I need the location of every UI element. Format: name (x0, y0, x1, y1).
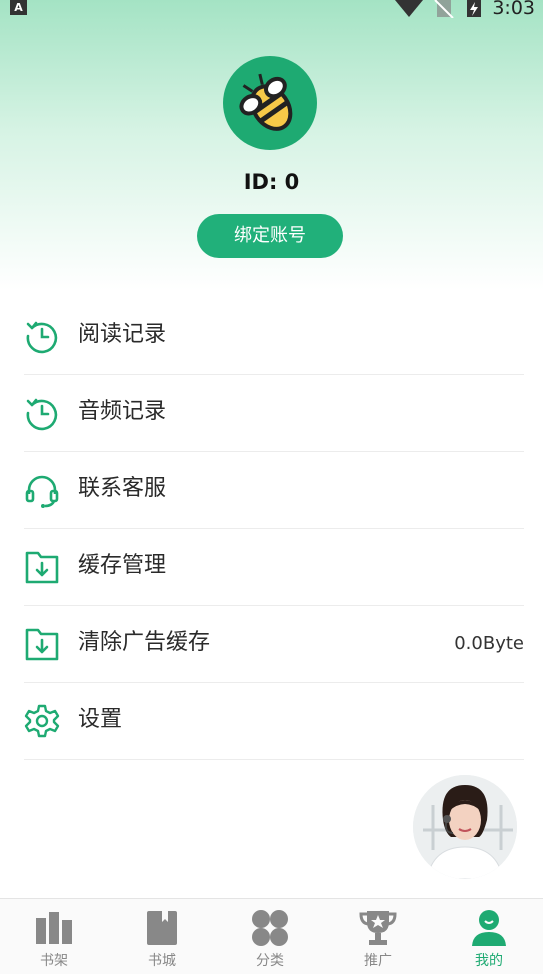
tab-promotion[interactable]: 推广 (324, 899, 432, 974)
menu-item-clear-ad-cache[interactable]: 清除广告缓存 0.0Byte (24, 606, 524, 683)
support-agent-avatar-icon (413, 775, 517, 879)
menu-item-contact-support[interactable]: 联系客服 (24, 452, 524, 529)
tab-label: 书架 (40, 953, 68, 969)
tab-mine[interactable]: 我的 (435, 899, 543, 974)
menu-item-label: 音频记录 (78, 399, 167, 424)
menu-item-label: 联系客服 (78, 476, 167, 501)
headset-icon (25, 475, 59, 508)
bottom-tab-bar: 书架 书城 分类 推广 我的 (0, 898, 543, 974)
tab-label: 推广 (364, 953, 392, 969)
user-avatar[interactable] (223, 56, 317, 150)
history-icon (26, 321, 58, 354)
tab-bookstore[interactable]: 书城 (108, 899, 216, 974)
tab-category[interactable]: 分类 (216, 899, 324, 974)
customer-service-float-button[interactable] (413, 775, 517, 879)
settings-menu: 阅读记录 音频记录 联系客服 缓存管理 清除广告缓存 0.0Byte 设置 (24, 298, 524, 760)
status-bar: A 3:03 (0, 0, 543, 19)
app-notification-icon: A (10, 0, 27, 15)
trophy-icon (359, 911, 397, 945)
tab-label: 书城 (148, 953, 176, 969)
tab-label: 分类 (256, 953, 284, 969)
menu-item-audio-history[interactable]: 音频记录 (24, 375, 524, 452)
menu-item-label: 阅读记录 (78, 322, 167, 347)
tab-bookshelf[interactable]: 书架 (0, 899, 108, 974)
bind-account-button[interactable]: 绑定账号 (197, 214, 343, 258)
ad-cache-size: 0.0Byte (454, 633, 524, 654)
user-icon (472, 910, 506, 946)
history-icon (26, 398, 58, 431)
menu-item-settings[interactable]: 设置 (24, 683, 524, 760)
download-folder-icon (25, 551, 59, 584)
tab-label: 我的 (475, 953, 503, 969)
menu-item-label: 清除广告缓存 (78, 630, 211, 655)
book-icon (147, 911, 177, 945)
bookshelf-icon (36, 912, 72, 944)
gear-icon (24, 704, 60, 738)
menu-item-label: 设置 (78, 707, 123, 732)
menu-item-cache-management[interactable]: 缓存管理 (24, 529, 524, 606)
category-icon (252, 910, 288, 946)
clock: 3:03 (492, 0, 535, 19)
status-icons (395, 0, 485, 22)
menu-item-label: 缓存管理 (78, 553, 167, 578)
bee-logo-icon (239, 73, 293, 131)
wifi-icon (395, 0, 423, 17)
user-id: ID: 0 (243, 170, 300, 194)
menu-item-reading-history[interactable]: 阅读记录 (24, 298, 524, 375)
download-folder-icon (25, 628, 59, 661)
